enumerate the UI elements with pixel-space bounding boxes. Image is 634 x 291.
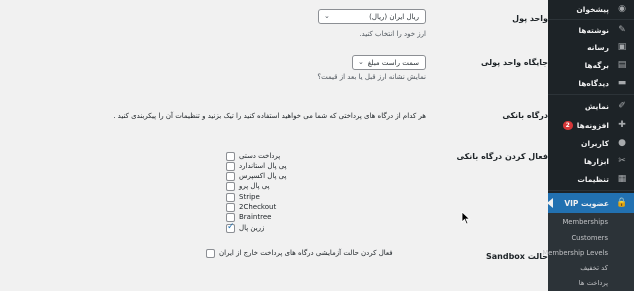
menu-tools[interactable]: ✂ ابزارها bbox=[548, 152, 634, 170]
menu-dashboard[interactable]: ◉ پیشخوان bbox=[548, 0, 634, 18]
gateway-option-paypal-express[interactable]: پی پال اکسپرس bbox=[226, 171, 426, 181]
gateway-option-manual[interactable]: پرداخت دستی bbox=[226, 151, 426, 161]
checkbox[interactable] bbox=[226, 161, 235, 171]
mouse-cursor-icon bbox=[461, 211, 471, 225]
checkbox-label: 2Checkout bbox=[239, 203, 277, 211]
checkbox-label: پرداخت دستی bbox=[239, 152, 281, 160]
submenu-customers[interactable]: Customers bbox=[548, 230, 634, 245]
checkbox[interactable] bbox=[226, 181, 235, 191]
menu-separator bbox=[548, 94, 634, 95]
checkbox-label: Braintree bbox=[239, 213, 272, 221]
currency-position-select[interactable]: سمت راست مبلغ ⌄ bbox=[352, 55, 426, 70]
checkbox[interactable] bbox=[226, 202, 235, 212]
gateway-option-paypal-standard[interactable]: پی پال استاندارد bbox=[226, 161, 426, 171]
submenu-payments[interactable]: پرداخت ها bbox=[548, 275, 634, 290]
menu-label: نمایش bbox=[584, 101, 609, 111]
checkbox-label: زرین پال bbox=[239, 224, 265, 232]
settings-icon: ▦ bbox=[617, 174, 627, 184]
gateway-option-2checkout[interactable]: 2Checkout bbox=[226, 202, 426, 212]
gateway-label: درگاه بانکی bbox=[502, 111, 548, 120]
lock-icon: 🔒 bbox=[616, 198, 628, 208]
menu-comments[interactable]: ▬ دیدگاه‌ها bbox=[548, 74, 634, 92]
chevron-down-icon: ⌄ bbox=[358, 58, 364, 66]
users-icon: ● bbox=[618, 138, 626, 148]
sandbox-label: حالت Sandbox bbox=[486, 252, 548, 261]
tools-icon: ✂ bbox=[618, 156, 626, 166]
currency-select[interactable]: ریال ایران (ریال) ⌄ bbox=[318, 9, 426, 24]
dashboard-icon: ◉ bbox=[618, 4, 626, 14]
checkbox-label: پی پال پرو bbox=[239, 182, 270, 190]
currency-description: ارز خود را انتخاب کنید. bbox=[359, 30, 426, 38]
vip-submenu: Memberships Customers Membership Levels … bbox=[542, 213, 634, 291]
menu-label: افزونه‌ها bbox=[576, 120, 609, 130]
currency-label: واحد پول bbox=[512, 14, 548, 23]
menu-posts[interactable]: ✎ نوشته‌ها bbox=[548, 21, 634, 39]
menu-pages[interactable]: ▤ برگه‌ها bbox=[548, 56, 634, 74]
gateway-option-paypal-pro[interactable]: پی پال پرو bbox=[226, 181, 426, 191]
menu-label: رسانه bbox=[587, 42, 609, 52]
checkbox[interactable] bbox=[226, 151, 235, 161]
currency-select-value: ریال ایران (ریال) bbox=[369, 12, 419, 21]
menu-label: عضویت VIP bbox=[564, 198, 609, 208]
settings-form: واحد پول ریال ایران (ریال) ⌄ ارز خود را … bbox=[0, 0, 548, 291]
submenu-discount-codes[interactable]: کد تخفیف bbox=[548, 260, 634, 275]
pin-icon: ✎ bbox=[618, 25, 626, 35]
update-count-badge: 2 bbox=[562, 120, 573, 130]
pages-icon: ▤ bbox=[617, 60, 627, 70]
menu-label: پیشخوان bbox=[576, 4, 609, 14]
chevron-down-icon: ⌄ bbox=[324, 12, 330, 20]
admin-sidebar: ◉ پیشخوان ✎ نوشته‌ها ▣ رسانه ▤ برگه‌ها ▬… bbox=[542, 0, 634, 291]
submenu-memberships[interactable]: Memberships bbox=[548, 214, 634, 229]
checkbox[interactable] bbox=[226, 212, 235, 222]
gateway-option-braintree[interactable]: Braintree bbox=[226, 212, 426, 222]
menu-settings[interactable]: ▦ تنظیمات bbox=[548, 170, 634, 188]
menu-separator bbox=[548, 190, 634, 191]
menu-label: ابزارها bbox=[584, 156, 609, 166]
submenu-membership-levels[interactable]: Membership Levels bbox=[542, 245, 634, 260]
media-icon: ▣ bbox=[617, 42, 627, 52]
menu-vip-membership[interactable]: 🔒 عضویت VIP bbox=[547, 193, 634, 213]
menu-appearance[interactable]: ✐ نمایش bbox=[548, 97, 634, 115]
menu-label: برگه‌ها bbox=[584, 60, 609, 70]
comments-icon: ▬ bbox=[617, 78, 627, 88]
menu-label: تنظیمات bbox=[577, 174, 609, 184]
checkbox[interactable] bbox=[226, 222, 235, 233]
checkbox-label: پی پال استاندارد bbox=[239, 162, 287, 170]
menu-media[interactable]: ▣ رسانه bbox=[548, 38, 634, 56]
checkbox-label: Stripe bbox=[239, 193, 260, 201]
enable-gateways-label: فعال کردن درگاه بانکی bbox=[456, 152, 548, 161]
gateway-option-stripe[interactable]: Stripe bbox=[226, 192, 426, 202]
checkbox[interactable] bbox=[206, 248, 215, 258]
gateway-option-zarinpal[interactable]: زرین پال bbox=[226, 222, 426, 233]
menu-label: دیدگاه‌ها bbox=[578, 78, 609, 88]
checkbox-label: پی پال اکسپرس bbox=[239, 172, 287, 180]
plugins-icon: ✚ bbox=[618, 120, 626, 130]
menu-plugins[interactable]: ✚ افزونه‌ها 2 bbox=[548, 116, 634, 134]
currency-position-description: نمایش نشانه ارز قبل یا بعد از قیمت؟ bbox=[317, 73, 426, 81]
appearance-icon: ✐ bbox=[618, 101, 626, 111]
checkbox[interactable] bbox=[226, 192, 235, 202]
menu-users[interactable]: ● کاربران bbox=[548, 134, 634, 152]
sandbox-option[interactable]: فعال کردن حالت آزمایشی درگاه های پرداخت … bbox=[206, 248, 426, 258]
currency-position-select-value: سمت راست مبلغ bbox=[367, 58, 419, 67]
gateway-description: هر کدام از درگاه های پرداختی که شما می خ… bbox=[113, 112, 426, 120]
checkbox-label: فعال کردن حالت آزمایشی درگاه های پرداخت … bbox=[219, 249, 393, 257]
menu-label: کاربران bbox=[581, 138, 609, 148]
menu-separator bbox=[548, 19, 634, 20]
checkbox[interactable] bbox=[226, 171, 235, 181]
currency-position-label: جایگاه واحد پولی bbox=[481, 58, 548, 67]
menu-label: نوشته‌ها bbox=[578, 25, 609, 35]
